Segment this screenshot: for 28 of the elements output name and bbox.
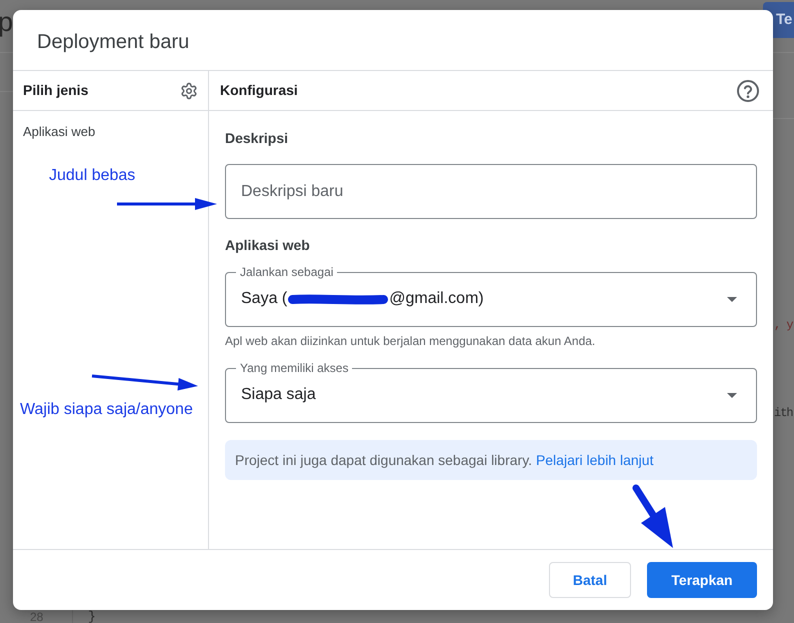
dropdown-caret-icon bbox=[727, 392, 737, 398]
code-text: } bbox=[88, 610, 96, 623]
annotation-arrow bbox=[630, 482, 676, 550]
helper-text: Apl web akan diizinkan untuk berjalan menggunakan data akun Anda. bbox=[225, 333, 596, 349]
field-label: Yang memiliki akses bbox=[239, 360, 350, 376]
title-text: p bbox=[0, 6, 14, 38]
annotation-text: Judul bebas bbox=[49, 166, 136, 186]
annotation-text: Wajib siapa saja/anyone bbox=[20, 400, 193, 420]
learn-more-link[interactable]: Pelajari lebih lanjut bbox=[536, 452, 654, 468]
dialog-title: Deployment baru bbox=[37, 30, 190, 55]
cancel-button[interactable]: Batal bbox=[549, 562, 631, 598]
help-icon[interactable] bbox=[737, 80, 759, 102]
type-list-item[interactable]: Aplikasi web bbox=[23, 123, 96, 141]
settings-icon[interactable] bbox=[180, 82, 198, 100]
code-text: ith bbox=[774, 405, 793, 421]
description-field[interactable]: Deskripsi baru bbox=[225, 164, 757, 219]
select-field[interactable]: Jalankan sebagai Saya ( @gmail.com) bbox=[225, 264, 757, 327]
code-text: , y bbox=[774, 317, 793, 333]
select-field[interactable]: Yang memiliki akses Siapa saja bbox=[225, 360, 757, 423]
section-heading: Deskripsi bbox=[225, 129, 288, 148]
info-text: Project ini juga dapat digunakan sebagai library. Pelajari lebih lanjut bbox=[235, 450, 654, 470]
apply-button[interactable]: Terapkan bbox=[647, 562, 757, 598]
panel-heading: Pilih jenis bbox=[23, 81, 88, 100]
dropdown-caret-icon bbox=[727, 296, 737, 302]
section-heading: Aplikasi web bbox=[225, 236, 310, 255]
panel-heading: Konfigurasi bbox=[220, 81, 298, 100]
redaction-scribble-icon bbox=[288, 294, 388, 304]
field-label: Jalankan sebagai bbox=[239, 264, 334, 280]
